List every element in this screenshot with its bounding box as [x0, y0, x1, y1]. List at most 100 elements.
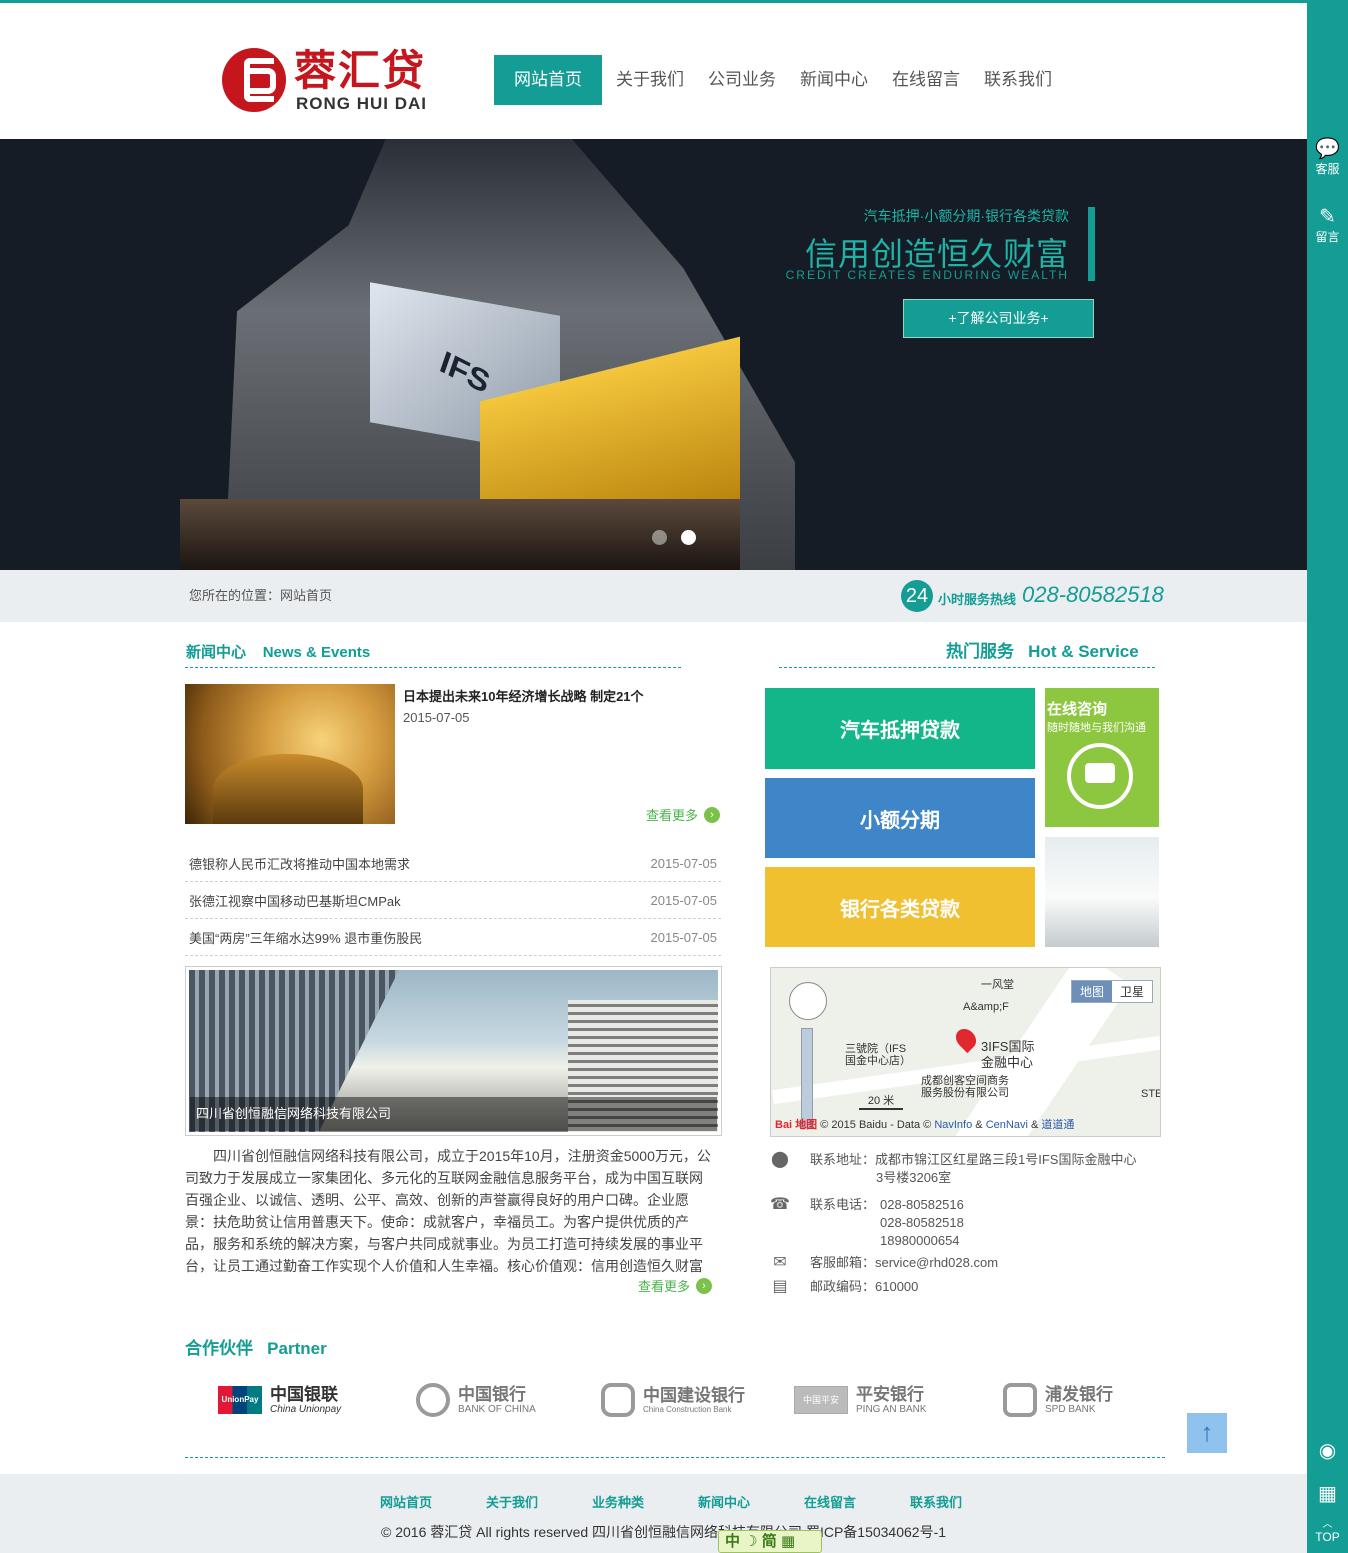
- news-more-link[interactable]: 查看更多 ›: [646, 805, 721, 824]
- news-item-date: 2015-07-05: [650, 855, 718, 871]
- sidebar-customer-service[interactable]: 💬 客服: [1307, 138, 1348, 177]
- arrow-right-icon: ›: [696, 1277, 713, 1294]
- baidu-map[interactable]: 地图 卫星 一风堂 A&amp;F 三號院（IFS 国金中心店） 3IFS国际 …: [770, 967, 1161, 1137]
- footer-link-about[interactable]: 关于我们: [486, 1492, 592, 1511]
- logo-chinese-name: 蓉汇贷: [294, 47, 427, 94]
- footer-link-business[interactable]: 业务种类: [592, 1492, 698, 1511]
- postcode-text: 邮政编码：610000: [810, 1279, 919, 1294]
- map-location-pin-icon[interactable]: [951, 1024, 981, 1054]
- hotline-label: 小时服务热线: [938, 592, 1017, 607]
- phone-number: 18980000654: [880, 1233, 960, 1248]
- partner-name: 中国银联: [270, 1384, 338, 1404]
- notepad-icon: ▤: [772, 1278, 788, 1295]
- sidebar-weibo[interactable]: ◉: [1307, 1440, 1348, 1462]
- company-image[interactable]: 四川省创恒融信网络科技有限公司: [185, 966, 722, 1136]
- featured-news-title[interactable]: 日本提出未来10年经济增长战略 制定21个: [403, 686, 644, 705]
- footer-link-home[interactable]: 网站首页: [380, 1492, 486, 1511]
- learn-business-button[interactable]: +了解公司业务+: [903, 299, 1094, 338]
- office-image: [1045, 837, 1159, 947]
- consult-subtitle: 随时随地与我们沟通: [1047, 722, 1146, 734]
- logo-english-name: RONG HUI DAI: [296, 94, 427, 113]
- company-caption: 四川省创恒融信网络科技有限公司: [190, 1097, 717, 1131]
- partner-heading-cn: 合作伙伴: [185, 1339, 253, 1358]
- map-link-navinfo[interactable]: NavInfo: [934, 1119, 972, 1131]
- sidebar-service-label: 客服: [1315, 162, 1340, 176]
- map-poi-label: 一风堂: [981, 979, 1014, 991]
- map-link-daodaotong[interactable]: 道道通: [1041, 1119, 1074, 1131]
- banner-slogan-english: CREDIT CREATES ENDURING WEALTH: [785, 268, 1069, 282]
- partner-name-en: PING AN BANK: [856, 1403, 927, 1415]
- news-list-item[interactable]: 德银称人民币汇改将推动中国本地需求 2015-07-05: [185, 845, 721, 882]
- service-car-loan[interactable]: 汽车抵押贷款: [765, 688, 1035, 769]
- nav-contact[interactable]: 联系我们: [973, 55, 1063, 105]
- partner-name-en: BANK OF CHINA: [458, 1403, 536, 1415]
- email-text: 客服邮箱：service@rhd028.com: [810, 1255, 999, 1270]
- qr-code-icon: ▦: [1318, 1483, 1337, 1505]
- partner-unionpay[interactable]: UnionPay 银联 中国银联 China Unionpay: [218, 1380, 341, 1432]
- news-list-item[interactable]: 张德江视察中国移动巴基斯坦CMPak 2015-07-05: [185, 882, 721, 919]
- address-text-line2: 3号楼3206室: [876, 1170, 952, 1185]
- nav-business[interactable]: 公司业务: [697, 55, 787, 105]
- footer-copyright: © 2016 蓉汇贷 All rights reserved 四川省创恒融信网络…: [381, 1524, 947, 1540]
- news-list-item[interactable]: 美国“两房”三年缩水达99% 退市重伤股民 2015-07-05: [185, 919, 721, 956]
- news-divider: [185, 667, 681, 668]
- partner-bank-of-china[interactable]: 中国银行 BANK OF CHINA: [416, 1380, 536, 1420]
- top-accent-line: [0, 0, 1307, 3]
- chevron-up-icon: ︿: [1322, 1519, 1333, 1530]
- hotline-number: 028-80582518: [1022, 582, 1164, 607]
- sidebar-message-label: 留言: [1315, 230, 1340, 244]
- spd-logo-icon: [1003, 1383, 1037, 1417]
- partner-ccb[interactable]: 中国建设银行 China Construction Bank: [601, 1380, 745, 1420]
- map-copyright-text: © 2015 Baidu - Data ©: [820, 1119, 932, 1131]
- online-consult-tile[interactable]: 在线咨询 随时随地与我们沟通: [1045, 688, 1159, 827]
- map-link-cennavi[interactable]: CenNavi: [986, 1119, 1028, 1131]
- featured-news-date: 2015-07-05: [403, 710, 470, 725]
- footer-link-news[interactable]: 新闻中心: [698, 1492, 804, 1511]
- banner-slogan-sub: 汽车抵押·小额分期·银行各类贷款: [863, 208, 1069, 224]
- map-poi-label: 金融中心: [981, 1055, 1034, 1070]
- baidu-logo: Bai: [775, 1119, 793, 1131]
- map-zoom-slider[interactable]: [801, 1028, 813, 1128]
- map-copyright-amp: &: [1030, 1119, 1039, 1131]
- news-heading-en: News & Events: [262, 644, 371, 661]
- weibo-icon: ◉: [1318, 1440, 1337, 1462]
- news-heading: 新闻中心 News & Events: [186, 641, 370, 662]
- hero-banner: IFS 汽车抵押·小额分期·银行各类贷款 信用创造恒久财富 CREDIT CRE…: [0, 139, 1307, 570]
- sidebar-message[interactable]: ✎ 留言: [1307, 206, 1348, 245]
- site-logo[interactable]: 蓉汇贷 RONG HUI DAI: [222, 48, 437, 116]
- featured-news-image[interactable]: [185, 684, 395, 824]
- unionpay-logo-icon: UnionPay 银联: [218, 1386, 262, 1432]
- nav-message[interactable]: 在线留言: [881, 55, 971, 105]
- slide-dot-2[interactable]: [681, 530, 696, 545]
- service-installment[interactable]: 小额分期: [765, 778, 1035, 858]
- map-tab-map[interactable]: 地图: [1072, 981, 1113, 1002]
- news-item-title: 张德江视察中国移动巴基斯坦CMPak: [189, 893, 401, 909]
- company-more-link[interactable]: 查看更多 ›: [638, 1276, 713, 1295]
- sidebar-top[interactable]: ︿ TOP: [1307, 1519, 1348, 1545]
- map-type-switch: 地图 卫星: [1071, 980, 1154, 1003]
- service-bank-loan[interactable]: 银行各类贷款: [765, 867, 1035, 947]
- consult-title: 在线咨询: [1047, 701, 1108, 718]
- edit-icon: ✎: [1319, 206, 1336, 228]
- banner-slogan-bar: [1088, 207, 1095, 281]
- map-pan-control-icon[interactable]: [789, 982, 827, 1020]
- footer-link-contact[interactable]: 联系我们: [910, 1492, 1016, 1511]
- back-to-top-arrow-icon[interactable]: ↑: [1187, 1413, 1227, 1453]
- slide-dot-1[interactable]: [652, 530, 667, 545]
- partner-pingan[interactable]: 中国平安 平安银行 PING AN BANK: [794, 1380, 927, 1420]
- phone-number: 028-80582518: [880, 1215, 964, 1230]
- ime-toolbar[interactable]: 中 ☽ 简 ▦: [718, 1530, 822, 1553]
- partner-spd[interactable]: 浦发银行 SPD BANK: [1003, 1380, 1113, 1420]
- nav-home[interactable]: 网站首页: [494, 55, 602, 105]
- map-poi-label: 服务股份有限公司: [921, 1087, 1009, 1099]
- footer-link-message[interactable]: 在线留言: [804, 1492, 910, 1511]
- main-nav: 网站首页 关于我们 公司业务 新闻中心 在线留言 联系我们: [494, 55, 1065, 105]
- nav-news[interactable]: 新闻中心: [789, 55, 879, 105]
- breadcrumb: 您所在的位置：网站首页: [189, 588, 333, 603]
- nav-about[interactable]: 关于我们: [605, 55, 695, 105]
- partner-name: 中国银行: [458, 1384, 526, 1404]
- company-more-label: 查看更多: [638, 1279, 691, 1294]
- location-pin-icon: ⬤: [771, 1151, 789, 1168]
- sidebar-qrcode[interactable]: ▦: [1307, 1483, 1348, 1505]
- map-tab-satellite[interactable]: 卫星: [1112, 981, 1152, 1002]
